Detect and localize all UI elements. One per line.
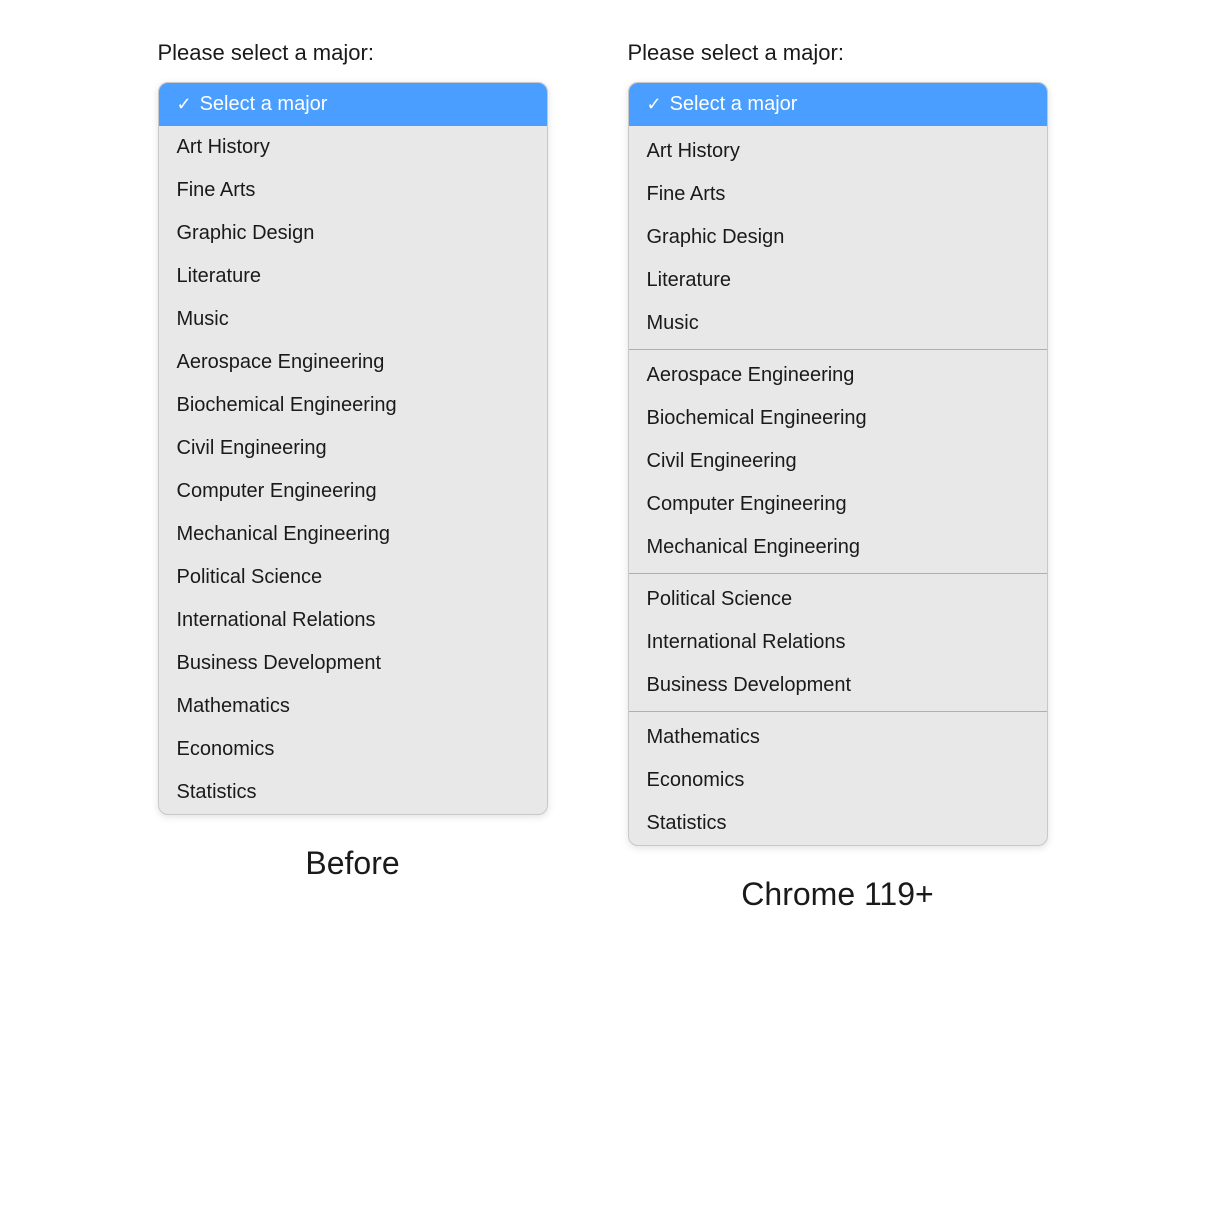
- checkmark-icon: ✓: [177, 94, 192, 115]
- list-item[interactable]: Graphic Design: [159, 212, 547, 255]
- item-label: Art History: [177, 136, 270, 159]
- right-selected-label: Select a major: [670, 93, 798, 116]
- list-item[interactable]: Statistics: [629, 802, 1047, 845]
- left-selected-label: Select a major: [200, 93, 328, 116]
- list-item[interactable]: Economics: [159, 728, 547, 771]
- item-label: Economics: [177, 738, 275, 761]
- list-item[interactable]: Mathematics: [629, 716, 1047, 759]
- list-item[interactable]: Mechanical Engineering: [629, 526, 1047, 569]
- list-item[interactable]: Mathematics: [159, 685, 547, 728]
- list-item[interactable]: Business Development: [159, 642, 547, 685]
- right-column: Please select a major: ✓ Select a major …: [628, 40, 1048, 913]
- list-item[interactable]: Business Development: [629, 664, 1047, 707]
- item-label: Political Science: [647, 588, 793, 611]
- item-label: Music: [647, 312, 699, 335]
- list-item[interactable]: Economics: [629, 759, 1047, 802]
- list-item[interactable]: Literature: [159, 255, 547, 298]
- list-item[interactable]: Biochemical Engineering: [159, 384, 547, 427]
- list-item[interactable]: Aerospace Engineering: [159, 341, 547, 384]
- item-label: Statistics: [177, 781, 257, 804]
- list-item[interactable]: Graphic Design: [629, 216, 1047, 259]
- left-prompt: Please select a major:: [158, 40, 374, 66]
- list-item[interactable]: Political Science: [159, 556, 547, 599]
- group-divider-3: [629, 711, 1047, 712]
- list-item[interactable]: Civil Engineering: [629, 440, 1047, 483]
- list-item[interactable]: Music: [159, 298, 547, 341]
- list-item[interactable]: Statistics: [159, 771, 547, 814]
- item-label: Business Development: [647, 674, 852, 697]
- left-caption: Before: [305, 845, 399, 882]
- list-item[interactable]: Computer Engineering: [159, 470, 547, 513]
- left-listbox[interactable]: ✓ Select a major Art History Fine Arts G…: [158, 82, 548, 815]
- item-label: Statistics: [647, 812, 727, 835]
- item-label: Fine Arts: [647, 183, 726, 206]
- group-divider-2: [629, 573, 1047, 574]
- item-label: Graphic Design: [647, 226, 785, 249]
- item-label: Aerospace Engineering: [177, 351, 385, 374]
- item-label: Biochemical Engineering: [647, 407, 867, 430]
- item-label: Graphic Design: [177, 222, 315, 245]
- item-label: Mechanical Engineering: [647, 536, 860, 559]
- item-label: Aerospace Engineering: [647, 364, 855, 387]
- list-item[interactable]: Civil Engineering: [159, 427, 547, 470]
- item-label: Mathematics: [177, 695, 290, 718]
- list-item[interactable]: Fine Arts: [159, 169, 547, 212]
- item-label: Mechanical Engineering: [177, 523, 390, 546]
- list-item[interactable]: Music: [629, 302, 1047, 345]
- right-selected-item[interactable]: ✓ Select a major: [629, 83, 1047, 126]
- list-item[interactable]: Art History: [629, 130, 1047, 173]
- item-label: Computer Engineering: [647, 493, 847, 516]
- list-item[interactable]: Fine Arts: [629, 173, 1047, 216]
- item-label: Business Development: [177, 652, 382, 675]
- item-label: Art History: [647, 140, 740, 163]
- item-label: Civil Engineering: [647, 450, 797, 473]
- list-item[interactable]: International Relations: [629, 621, 1047, 664]
- item-label: Political Science: [177, 566, 323, 589]
- left-selected-item[interactable]: ✓ Select a major: [159, 83, 547, 126]
- item-label: Biochemical Engineering: [177, 394, 397, 417]
- item-label: Civil Engineering: [177, 437, 327, 460]
- item-label: Economics: [647, 769, 745, 792]
- list-item[interactable]: Political Science: [629, 578, 1047, 621]
- checkmark-icon: ✓: [647, 94, 662, 115]
- right-caption: Chrome 119+: [741, 876, 933, 913]
- item-label: International Relations: [177, 609, 376, 632]
- item-label: Mathematics: [647, 726, 760, 749]
- right-listbox[interactable]: ✓ Select a major Art History Fine Arts G…: [628, 82, 1048, 846]
- list-item[interactable]: Computer Engineering: [629, 483, 1047, 526]
- right-prompt: Please select a major:: [628, 40, 844, 66]
- list-item[interactable]: Mechanical Engineering: [159, 513, 547, 556]
- group-divider-1: [629, 349, 1047, 350]
- item-label: Fine Arts: [177, 179, 256, 202]
- item-label: Literature: [177, 265, 262, 288]
- item-label: International Relations: [647, 631, 846, 654]
- item-label: Computer Engineering: [177, 480, 377, 503]
- page-wrapper: Please select a major: ✓ Select a major …: [20, 40, 1185, 913]
- list-item[interactable]: Aerospace Engineering: [629, 354, 1047, 397]
- item-label: Literature: [647, 269, 732, 292]
- left-column: Please select a major: ✓ Select a major …: [158, 40, 548, 882]
- item-label: Music: [177, 308, 229, 331]
- list-item[interactable]: Art History: [159, 126, 547, 169]
- list-item[interactable]: International Relations: [159, 599, 547, 642]
- list-item[interactable]: Literature: [629, 259, 1047, 302]
- list-item[interactable]: Biochemical Engineering: [629, 397, 1047, 440]
